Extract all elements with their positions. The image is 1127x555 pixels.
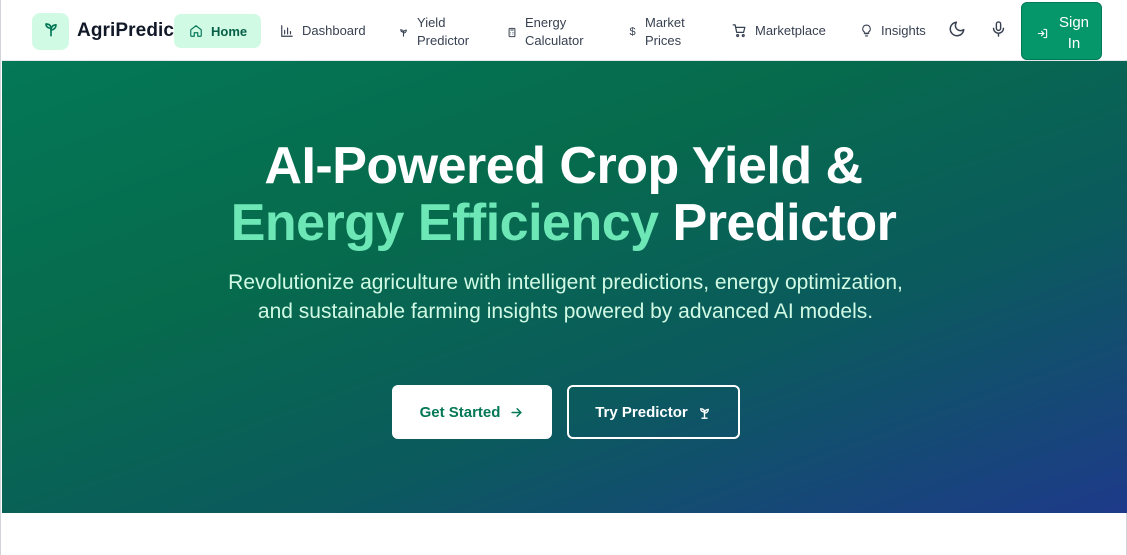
voice-button[interactable]	[987, 20, 1009, 42]
hero-subtitle: Revolutionize agriculture with intellige…	[228, 271, 903, 323]
nav-item-home[interactable]: Home	[174, 14, 261, 48]
label-line-2: In	[1067, 35, 1081, 52]
nav-item-label: Dashboard	[302, 23, 366, 38]
top-navbar: AgriPredict Home Dashboard Yield Predicto…	[2, 0, 1127, 61]
label-line-2: Calculator	[525, 33, 584, 48]
get-started-label: Get Started	[419, 403, 501, 421]
hero-title-rest: Predictor	[658, 194, 897, 252]
get-started-button[interactable]: Get Started	[392, 385, 552, 439]
try-predictor-button[interactable]: Try Predictor	[567, 385, 740, 439]
microphone-icon	[990, 20, 1007, 43]
home-icon	[189, 24, 203, 38]
login-icon	[1037, 26, 1048, 44]
bar-chart-icon	[280, 24, 294, 38]
brand-name[interactable]: AgriPredict	[77, 20, 181, 42]
label-line-1: Market	[645, 15, 685, 30]
nav-item-dashboard[interactable]: Dashboard	[280, 23, 366, 38]
sprout-icon	[697, 405, 712, 420]
nav-item-insights[interactable]: Insights	[860, 23, 926, 38]
try-predictor-label: Try Predictor	[595, 403, 688, 421]
label-line-2: Predictor	[417, 33, 470, 48]
hero-title-line-1: AI-Powered Crop Yield &	[264, 137, 863, 195]
dollar-icon: $	[629, 26, 636, 38]
nav-item-label: Insights	[881, 23, 926, 38]
nav-item-yield-predictor[interactable]: Yield Predictor	[398, 14, 469, 50]
nav-item-energy-calculator[interactable]: Energy Calculator	[507, 14, 584, 50]
label-line-1: Sign	[1058, 14, 1090, 31]
sign-in-button[interactable]: Sign In	[1021, 2, 1102, 60]
hero-title-accent: Energy Efficiency	[230, 194, 659, 252]
theme-toggle-button[interactable]	[946, 20, 968, 42]
arrow-right-icon	[509, 405, 524, 420]
logo-badge[interactable]	[32, 13, 69, 50]
calculator-icon	[507, 27, 517, 38]
label-line-1: Yield	[417, 15, 446, 30]
sprout-icon	[398, 27, 409, 38]
nav-item-market-prices[interactable]: $ Market Prices	[628, 14, 685, 50]
nav-item-label: Energy Calculator	[525, 14, 584, 50]
sign-in-label: Sign In	[1056, 12, 1092, 54]
label-line-2: Prices	[645, 33, 682, 48]
lightbulb-icon	[860, 23, 873, 38]
app-window: AgriPredict Home Dashboard Yield Predicto…	[0, 0, 1127, 555]
nav-item-marketplace[interactable]: Marketplace	[732, 23, 826, 38]
nav-item-label: Home	[211, 23, 248, 39]
nav-item-label: Yield Predictor	[417, 14, 469, 50]
cart-icon	[732, 23, 747, 38]
moon-icon	[948, 20, 966, 43]
hero-title-line-2: Energy Efficiency Predictor	[1, 193, 1126, 253]
sprout-icon	[41, 19, 61, 44]
nav-item-label: Marketplace	[755, 23, 826, 38]
nav-item-label: Market Prices	[645, 14, 685, 50]
label-line-1: Energy	[525, 15, 567, 30]
